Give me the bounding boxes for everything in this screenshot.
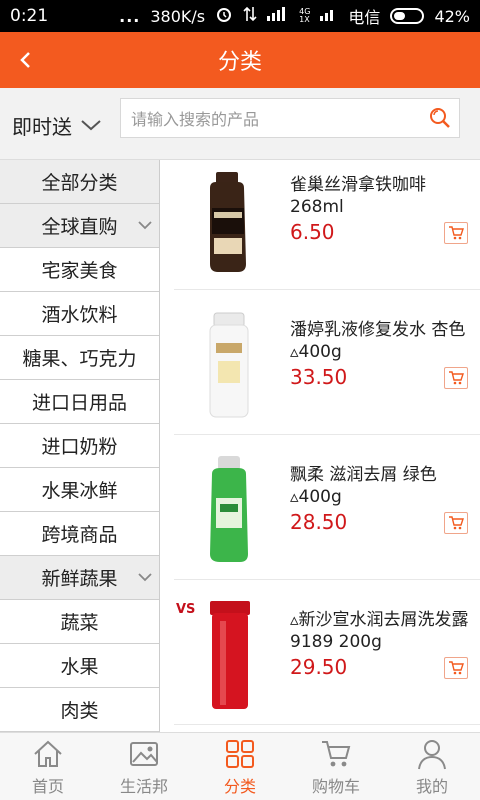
category-label: 肉类 (60, 700, 99, 722)
category-label: 跨境商品 (41, 524, 118, 546)
category-label: 蔬菜 (60, 612, 99, 634)
signal-icon-2 (320, 7, 338, 25)
image-icon (130, 741, 158, 766)
bottom-nav: 首页 生活邦 分类 购物车 我的 (0, 732, 480, 800)
nav-label: 首页 (31, 776, 64, 796)
user-icon (418, 739, 446, 769)
add-to-cart-button[interactable] (444, 512, 468, 534)
product-list: 雀巢丝滑拿铁咖啡268ml 6.50 潘婷乳液修复发水 杏色▵400g 33.50 飘柔… (160, 160, 480, 732)
product-item[interactable]: 雀巢丝滑拿铁咖啡268ml 6.50 (174, 160, 480, 290)
product-item[interactable]: 飘柔 滋润去屑 绿色▵400g 28.50 (174, 450, 480, 580)
category-item[interactable]: 进口日用品 (0, 380, 159, 424)
product-name[interactable]: 雀巢丝滑拿铁咖啡268ml (290, 174, 476, 218)
alarm-icon (215, 5, 233, 27)
product-name[interactable]: 飘柔 滋润去屑 绿色▵400g (290, 464, 476, 508)
delivery-label: 即时送 (12, 114, 72, 139)
product-item[interactable]: 潘婷乳液修复发水 杏色▵400g 33.50 (174, 305, 480, 435)
product-name[interactable]: ▵新沙宣水润去屑洗发露9189 200g (290, 609, 476, 653)
product-image[interactable] (174, 309, 284, 421)
cart-icon (322, 740, 351, 766)
nav-label: 购物车 (311, 776, 360, 796)
nav-item[interactable]: 首页 (0, 733, 96, 800)
chevron-down-icon (138, 221, 152, 230)
chevron-down-icon (138, 573, 152, 582)
category-label: 全球直购 (41, 216, 118, 238)
category-item[interactable]: 蔬菜 (0, 600, 159, 644)
page-title: 分类 (217, 50, 262, 75)
nav-label: 生活邦 (119, 776, 168, 796)
product-price: 6.50 (290, 220, 335, 244)
category-label: 宅家美食 (41, 260, 118, 282)
category-item[interactable]: 进口奶粉 (0, 424, 159, 468)
signal-icon (267, 7, 289, 25)
category-item[interactable]: 全球直购 (0, 204, 159, 248)
add-to-cart-button[interactable] (444, 367, 468, 389)
category-item[interactable]: 跨境商品 (0, 512, 159, 556)
add-to-cart-button[interactable] (444, 222, 468, 244)
category-label: 水果 (60, 656, 99, 678)
network-type: 4G 1X (299, 7, 311, 24)
status-dots: ... (119, 6, 141, 26)
nav-item[interactable]: 购物车 (288, 733, 384, 800)
category-label: 进口奶粉 (41, 436, 118, 458)
nav-label: 我的 (415, 776, 448, 796)
category-label: 水果冰鲜 (41, 480, 118, 502)
cart-icon (449, 516, 464, 530)
category-label: 新鲜蔬果 (41, 568, 118, 590)
cart-icon (449, 661, 464, 675)
category-item[interactable]: 水果 (0, 644, 159, 688)
cart-icon (449, 371, 464, 385)
status-carrier: 电信 (348, 8, 381, 27)
product-name[interactable]: 潘婷乳液修复发水 杏色▵400g (290, 319, 476, 363)
product-image[interactable] (174, 454, 284, 566)
grid-icon (226, 739, 254, 768)
battery-icon (390, 8, 425, 24)
category-item[interactable]: 酒水饮料 (0, 292, 159, 336)
search-row: 即时送 (0, 88, 480, 160)
nav-item[interactable]: 生活邦 (96, 733, 192, 800)
search-icon (430, 108, 450, 128)
category-item[interactable]: 糖果、巧克力 (0, 336, 159, 380)
search-button[interactable] (427, 105, 453, 131)
category-item[interactable]: 水果冰鲜 (0, 468, 159, 512)
brand-mark: VS (176, 602, 195, 617)
product-item[interactable]: VS ▵新沙宣水润去屑洗发露9189 200g 29.50 (174, 595, 480, 725)
cart-icon (449, 226, 464, 240)
category-item[interactable]: 宅家美食 (0, 248, 159, 292)
category-label: 进口日用品 (31, 392, 127, 414)
nav-item[interactable]: 我的 (384, 733, 480, 800)
product-price: 33.50 (290, 365, 348, 389)
category-list: 全部分类全球直购宅家美食酒水饮料糖果、巧克力 进口日用品进口奶粉水果冰鲜跨境商品新… (0, 160, 160, 732)
title-bar: 分类 (0, 32, 480, 88)
battery-percent: 42% (434, 6, 470, 26)
chevron-down-icon (81, 120, 101, 131)
product-image[interactable]: VS (174, 599, 284, 711)
product-price: 29.50 (290, 655, 348, 679)
add-to-cart-button[interactable] (444, 657, 468, 679)
delivery-selector[interactable]: 即时送 (12, 110, 102, 140)
category-label: 全部分类 (41, 172, 118, 194)
back-button[interactable] (12, 46, 40, 74)
product-image[interactable] (174, 164, 284, 276)
category-label: 糖果、巧克力 (22, 348, 137, 370)
status-speed: 380K/s (150, 6, 206, 26)
chevron-left-icon (20, 52, 30, 68)
search-input[interactable] (129, 105, 423, 133)
home-icon (34, 740, 62, 767)
category-item[interactable]: 全部分类 (0, 160, 159, 204)
category-label: 酒水饮料 (41, 304, 118, 326)
category-item[interactable]: 新鲜蔬果 (0, 556, 159, 600)
status-time: 0:21 (10, 6, 49, 26)
nav-item[interactable]: 分类 (192, 733, 288, 800)
status-bar: 0:21 ... 380K/s 4G 1X 电信 42% (0, 0, 480, 32)
category-item[interactable]: 肉类 (0, 688, 159, 732)
data-transfer-icon (243, 5, 257, 27)
search-box (120, 98, 460, 138)
nav-label: 分类 (223, 776, 256, 796)
product-price: 28.50 (290, 510, 348, 534)
